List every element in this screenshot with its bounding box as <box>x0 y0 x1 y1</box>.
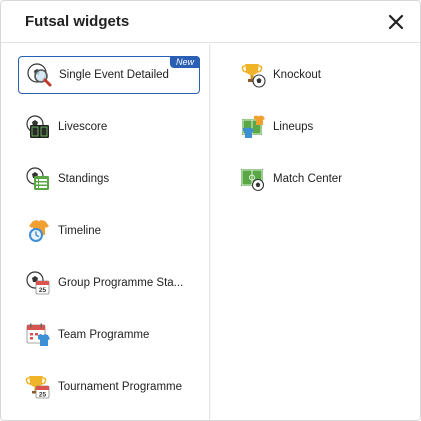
widget-group-programme-standings[interactable]: 25 Group Programme Sta... <box>18 264 200 302</box>
widget-timeline[interactable]: Timeline <box>18 212 200 250</box>
widget-livescore[interactable]: Livescore <box>18 108 200 146</box>
widget-match-center[interactable]: Match Center <box>233 160 415 198</box>
widget-label: Tournament Programme <box>58 381 182 393</box>
widget-team-programme[interactable]: Team Programme <box>18 316 200 354</box>
widget-lineups[interactable]: Lineups <box>233 108 415 146</box>
field-jerseys-icon <box>240 114 266 140</box>
scoreboard-ball-icon <box>25 114 51 140</box>
ball-calendar-icon: 25 <box>25 270 51 296</box>
close-icon[interactable] <box>386 12 406 32</box>
dialog-header: Futsal widgets <box>1 1 420 43</box>
field-ball-icon <box>240 166 266 192</box>
widget-knockout[interactable]: Knockout <box>233 56 415 94</box>
widget-tournament-programme[interactable]: 25 Tournament Programme <box>18 368 200 406</box>
widget-label: Team Programme <box>58 329 150 341</box>
trophy-ball-icon <box>240 62 266 88</box>
widget-single-event-detailed[interactable]: Single Event Detailed New <box>18 56 200 94</box>
widget-label: Single Event Detailed <box>59 69 169 81</box>
ball-table-icon <box>25 166 51 192</box>
widget-list-right: Knockout Lineups Match Center <box>211 44 420 420</box>
widget-label: Group Programme Sta... <box>58 277 184 289</box>
widget-label: Timeline <box>58 225 102 237</box>
widget-label: Lineups <box>273 121 314 133</box>
jersey-clock-icon <box>25 218 51 244</box>
ball-magnifier-icon <box>26 62 52 88</box>
calendar-jersey-icon <box>25 322 51 348</box>
widgets-dialog: Futsal widgets Single Event Detailed New… <box>0 0 421 421</box>
widget-list-left: Single Event Detailed New Livescore Stan… <box>1 44 210 420</box>
dialog-title: Futsal widgets <box>25 13 130 30</box>
widget-label: Knockout <box>273 69 321 81</box>
widget-label: Livescore <box>58 121 108 133</box>
widget-label: Match Center <box>273 173 343 185</box>
svg-text:25: 25 <box>39 392 47 399</box>
dialog-body: Single Event Detailed New Livescore Stan… <box>1 44 420 420</box>
new-badge: New <box>169 56 200 68</box>
widget-label: Standings <box>58 173 110 185</box>
widget-standings[interactable]: Standings <box>18 160 200 198</box>
svg-text:25: 25 <box>39 287 47 294</box>
trophy-calendar-icon: 25 <box>25 374 51 400</box>
